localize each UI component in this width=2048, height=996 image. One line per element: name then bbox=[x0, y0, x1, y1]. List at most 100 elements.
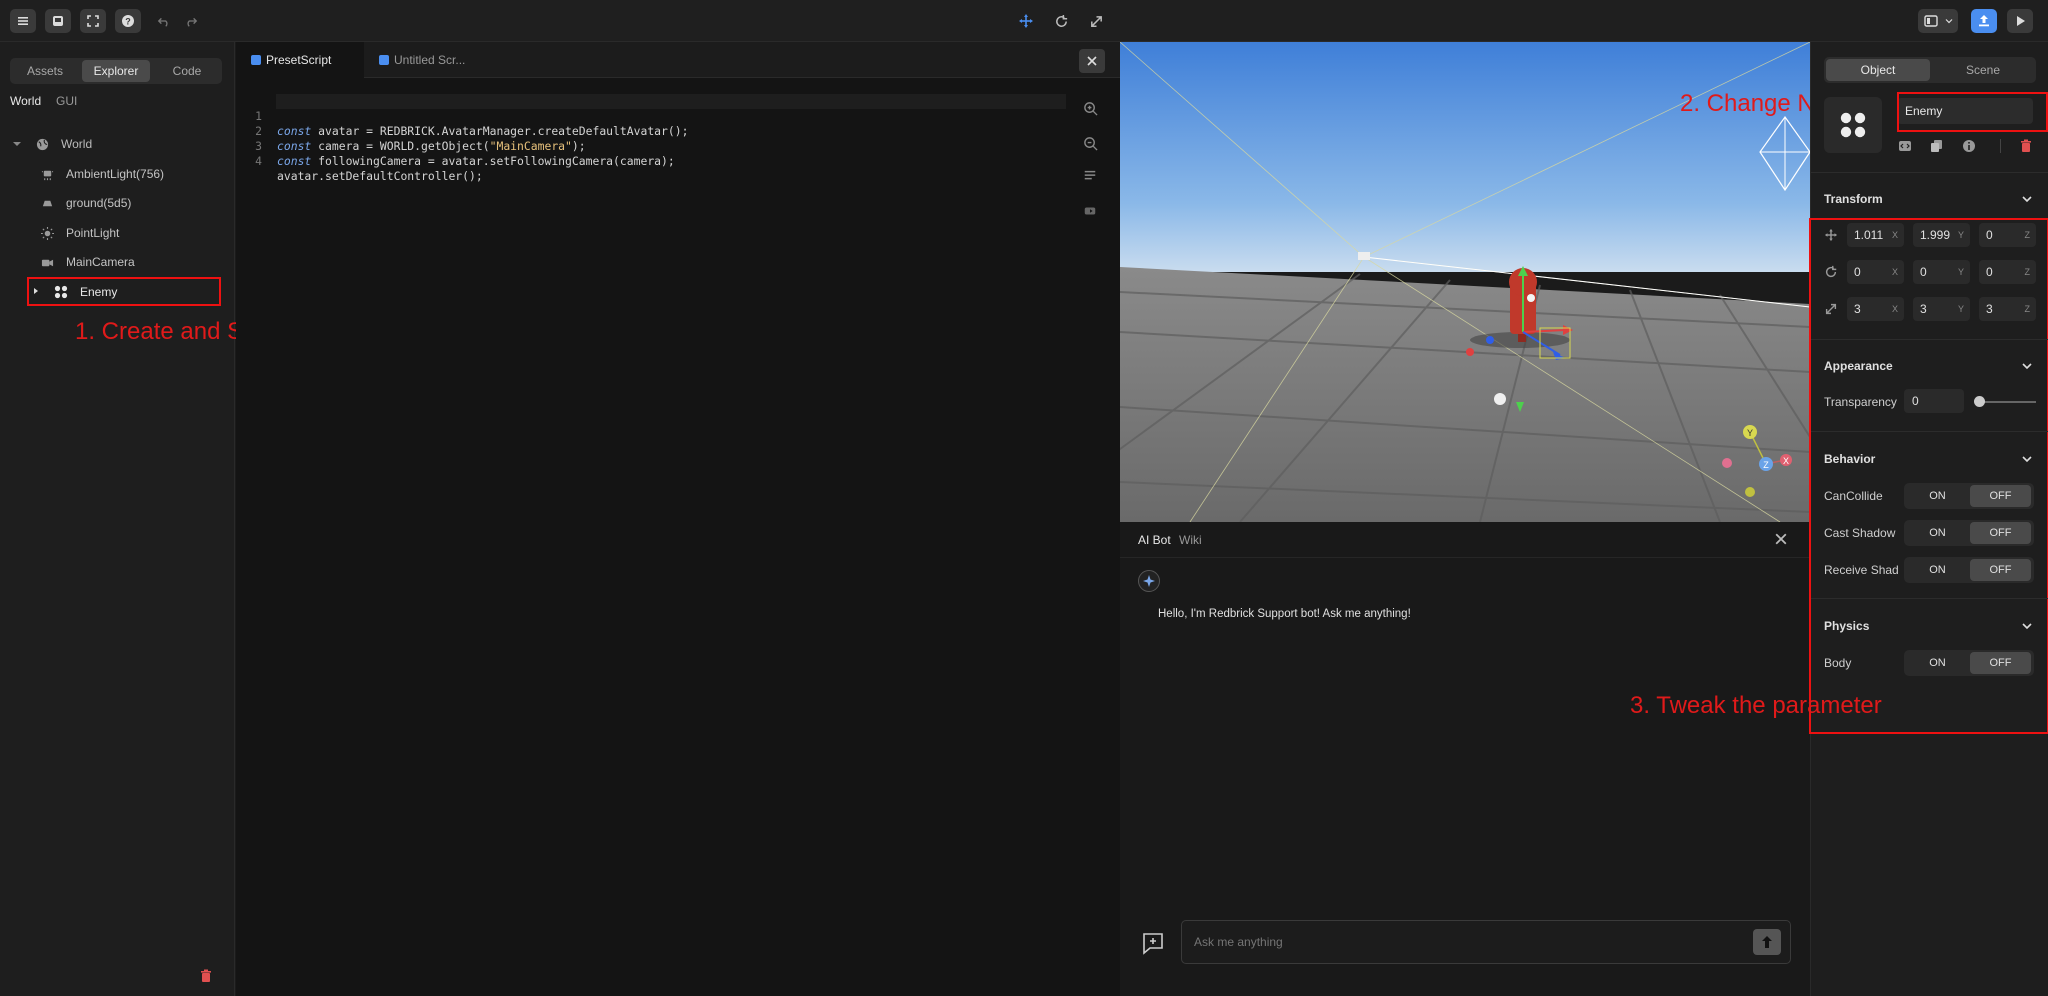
line-number: 4 bbox=[255, 154, 262, 168]
subtab-gui[interactable]: GUI bbox=[56, 94, 77, 108]
tab-ai-bot[interactable]: AI Bot bbox=[1138, 533, 1171, 547]
keyword: const bbox=[277, 154, 312, 168]
top-toolbar: ? bbox=[0, 0, 2048, 42]
scale-tool-button[interactable] bbox=[1086, 11, 1106, 31]
transparency-slider-handle[interactable] bbox=[1974, 396, 1985, 407]
close-aibot-button[interactable] bbox=[1775, 532, 1789, 546]
chevron-down-icon[interactable] bbox=[2021, 360, 2033, 372]
rotation-z-field[interactable]: 0Z bbox=[1979, 260, 2036, 284]
on-option[interactable]: ON bbox=[1907, 485, 1968, 507]
on-option[interactable]: ON bbox=[1907, 652, 1968, 674]
position-z-field[interactable]: 0Z bbox=[1979, 223, 2036, 247]
publish-button[interactable] bbox=[1971, 9, 1997, 33]
on-option[interactable]: ON bbox=[1907, 559, 1968, 581]
axis-y-label: Y bbox=[1957, 267, 1964, 277]
new-chat-button[interactable] bbox=[1140, 930, 1166, 956]
annotation-step-2: 2. Change Name bbox=[1680, 90, 1810, 117]
redo-button[interactable] bbox=[181, 11, 201, 31]
code-line[interactable]: 2 const camera = WORLD.getObject("MainCa… bbox=[236, 109, 1066, 153]
layout-toggle-button[interactable] bbox=[1918, 9, 1958, 33]
inbox-button[interactable] bbox=[45, 9, 71, 33]
transparency-slider-track[interactable] bbox=[1976, 401, 2036, 403]
tree-item-ambientlight[interactable]: AmbientLight(756) bbox=[40, 164, 164, 184]
scale-y-field[interactable]: 3Y bbox=[1913, 297, 1970, 321]
tree-item-pointlight[interactable]: PointLight bbox=[40, 223, 119, 243]
cast-shadow-toggle[interactable]: ON OFF bbox=[1904, 520, 2034, 546]
subtab-world[interactable]: World bbox=[10, 94, 41, 108]
code-text: const followingCamera = avatar.setFollow… bbox=[277, 154, 675, 169]
scale-icon bbox=[1825, 303, 1837, 315]
tab-code[interactable]: Code bbox=[154, 60, 220, 82]
zoom-in-button[interactable] bbox=[1081, 99, 1099, 117]
chat-input[interactable] bbox=[1194, 931, 1734, 953]
move-tool-button[interactable] bbox=[1016, 11, 1036, 31]
scene-viewport[interactable]: Y Z X 2. Change Name bbox=[1120, 42, 1810, 522]
camera-icon bbox=[40, 255, 54, 269]
zoom-out-icon bbox=[1083, 136, 1098, 151]
chevron-down-icon[interactable] bbox=[2021, 453, 2033, 465]
off-option[interactable]: OFF bbox=[1970, 522, 2031, 544]
clear-button[interactable] bbox=[1081, 202, 1099, 220]
tab-presetscript[interactable]: PresetScript bbox=[236, 42, 364, 78]
body-toggle[interactable]: ON OFF bbox=[1904, 650, 2034, 676]
transform-section-title[interactable]: Transform bbox=[1824, 192, 1883, 206]
info-icon[interactable] bbox=[1962, 139, 1976, 153]
rotate-icon bbox=[1055, 14, 1067, 27]
tab-assets[interactable]: Assets bbox=[12, 60, 78, 82]
appearance-section-title[interactable]: Appearance bbox=[1824, 359, 1893, 373]
help-button[interactable]: ? bbox=[115, 9, 141, 33]
upload-icon bbox=[1979, 15, 1989, 27]
object-grid-icon bbox=[1840, 112, 1866, 138]
off-option[interactable]: OFF bbox=[1970, 652, 2031, 674]
trash-icon[interactable] bbox=[199, 969, 213, 983]
tab-wiki[interactable]: Wiki bbox=[1179, 533, 1202, 547]
send-button[interactable] bbox=[1753, 929, 1781, 955]
rotation-x-field[interactable]: 0X bbox=[1847, 260, 1904, 284]
menu-button[interactable] bbox=[10, 9, 36, 33]
scale-x-field[interactable]: 3X bbox=[1847, 297, 1904, 321]
physics-section-title[interactable]: Physics bbox=[1824, 619, 1869, 633]
off-option[interactable]: OFF bbox=[1970, 559, 2031, 581]
tree-item-maincamera[interactable]: MainCamera bbox=[40, 252, 135, 272]
fullscreen-icon bbox=[87, 15, 99, 27]
format-button[interactable] bbox=[1081, 167, 1099, 185]
tab-object[interactable]: Object bbox=[1826, 59, 1930, 81]
position-y-field[interactable]: 1.999 Y bbox=[1913, 223, 1970, 247]
receive-shadow-toggle[interactable]: ON OFF bbox=[1904, 557, 2034, 583]
code-rest: avatar.setDefaultController(); bbox=[277, 169, 483, 183]
help-icon: ? bbox=[122, 15, 134, 27]
code-line[interactable]: 3 const followingCamera = avatar.setFoll… bbox=[236, 124, 1066, 168]
rotate-tool-button[interactable] bbox=[1051, 11, 1071, 31]
ambient-light-icon bbox=[40, 167, 54, 181]
chevron-down-icon[interactable] bbox=[2021, 193, 2033, 205]
rotation-y-field[interactable]: 0Y bbox=[1913, 260, 1970, 284]
tree-item-label: World bbox=[61, 137, 93, 151]
tree-item-world[interactable]: World bbox=[35, 134, 92, 154]
on-option[interactable]: ON bbox=[1907, 522, 1968, 544]
behavior-section-title[interactable]: Behavior bbox=[1824, 452, 1875, 466]
fullscreen-button[interactable] bbox=[80, 9, 106, 33]
transparency-input[interactable] bbox=[1904, 389, 1964, 413]
transparency-label: Transparency bbox=[1824, 395, 1897, 409]
trash-icon[interactable] bbox=[2019, 139, 2033, 153]
code-line[interactable]: 4 avatar.setDefaultController(); bbox=[236, 139, 1066, 183]
scale-z-field[interactable]: 3Z bbox=[1979, 297, 2036, 321]
cancollide-label: CanCollide bbox=[1824, 489, 1883, 503]
position-x-field[interactable]: 1.011 X bbox=[1847, 223, 1904, 247]
code-icon[interactable] bbox=[1898, 139, 1912, 153]
tab-explorer[interactable]: Explorer bbox=[82, 60, 150, 82]
chevron-down-icon[interactable] bbox=[2021, 620, 2033, 632]
zoom-out-button[interactable] bbox=[1081, 134, 1099, 152]
tree-item-ground[interactable]: ground(5d5) bbox=[40, 193, 131, 213]
code-line[interactable]: 1 const avatar = REDBRICK.AvatarManager.… bbox=[236, 94, 1066, 138]
tab-scene[interactable]: Scene bbox=[1932, 59, 2034, 81]
cancollide-toggle[interactable]: ON OFF bbox=[1904, 483, 2034, 509]
duplicate-icon[interactable] bbox=[1930, 139, 1944, 153]
play-button[interactable] bbox=[2007, 9, 2033, 33]
body-label: Body bbox=[1824, 656, 1852, 670]
off-option[interactable]: OFF bbox=[1970, 485, 2031, 507]
close-editor-button[interactable] bbox=[1079, 49, 1105, 73]
rotation-y-value: 0 bbox=[1920, 265, 1927, 279]
tab-untitled-script[interactable]: Untitled Scr... bbox=[364, 42, 490, 78]
undo-button[interactable] bbox=[154, 11, 174, 31]
